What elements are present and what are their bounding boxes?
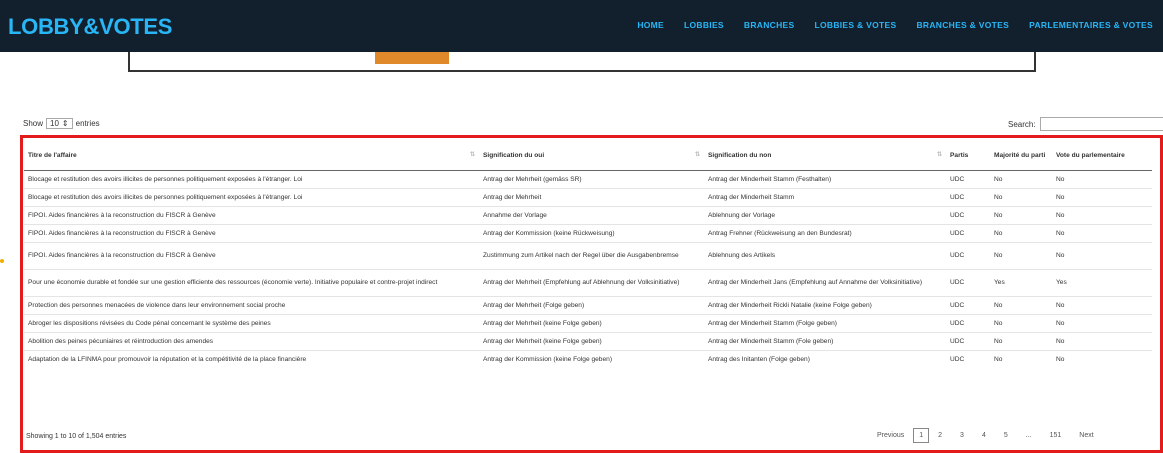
nav-branches[interactable]: BRANCHES (734, 20, 805, 30)
nav-branches-votes[interactable]: BRANCHES & VOTES (906, 20, 1019, 30)
entries-select[interactable]: 10 ⇕ (46, 118, 73, 129)
search-input[interactable] (1039, 117, 1163, 131)
marker-dot (0, 259, 4, 263)
select-arrows-icon: ⇕ (61, 119, 69, 128)
top-navbar: LOBBY&VOTES HOME LOBBIES BRANCHES LOBBIE… (0, 0, 1163, 52)
nav-parlementaires-votes[interactable]: PARLEMENTAIRES & VOTES (1019, 20, 1163, 30)
chart-bar (375, 52, 449, 64)
main-nav: HOME LOBBIES BRANCHES LOBBIES & VOTES BR… (627, 20, 1163, 30)
nav-lobbies-votes[interactable]: LOBBIES & VOTES (804, 20, 906, 30)
search-control: Search: (1008, 117, 1163, 131)
nav-lobbies[interactable]: LOBBIES (674, 20, 734, 30)
show-label: Show (23, 119, 44, 128)
entries-select-value: 10 (50, 119, 59, 128)
show-entries-control: Show 10 ⇕ entries (23, 118, 100, 129)
brand-logo[interactable]: LOBBY&VOTES (8, 14, 172, 40)
highlight-frame (20, 135, 1163, 453)
entries-label: entries (75, 119, 100, 128)
search-label: Search: (1008, 119, 1036, 129)
nav-home[interactable]: HOME (627, 20, 674, 30)
chart-frame (128, 52, 1036, 72)
